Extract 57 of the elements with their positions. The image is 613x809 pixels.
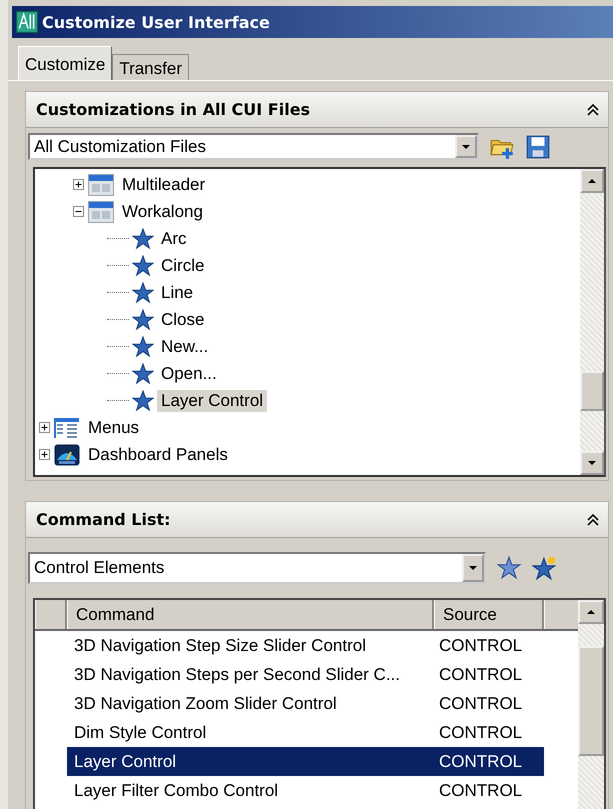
- table-row[interactable]: Dim Style Control CONTROL: [67, 718, 544, 747]
- window-title: Customize User Interface: [42, 12, 270, 32]
- tree-item[interactable]: Arc: [157, 228, 190, 250]
- tree-item[interactable]: Workalong: [118, 200, 207, 222]
- filter-dropdown[interactable]: Control Elements: [28, 552, 486, 584]
- tab[interactable]: Customize: [18, 46, 112, 80]
- dropdown-arrow-icon[interactable]: [461, 144, 471, 150]
- scroll-up-icon[interactable]: [587, 178, 597, 184]
- scroll-thumb[interactable]: [578, 646, 604, 756]
- dashboard-icon: [53, 444, 81, 466]
- new-star-icon[interactable]: [532, 555, 558, 581]
- star-icon[interactable]: [496, 555, 522, 581]
- save-icon[interactable]: [525, 134, 551, 160]
- panel-title: Command List:: [36, 510, 171, 529]
- toolbar-icon: [87, 200, 115, 222]
- expand-toggle-icon[interactable]: [39, 422, 50, 433]
- star-icon: [132, 254, 154, 276]
- file-dropdown[interactable]: All Customization Files: [28, 133, 479, 160]
- tree-item[interactable]: Multileader: [118, 174, 210, 196]
- tree-item[interactable]: Menus: [84, 416, 144, 438]
- expand-toggle-icon[interactable]: [39, 449, 50, 460]
- tree-item[interactable]: Circle: [157, 254, 208, 276]
- scrollbar[interactable]: [580, 169, 604, 475]
- scroll-up-icon[interactable]: [586, 609, 596, 615]
- star-icon: [132, 228, 154, 250]
- star-icon: [132, 308, 154, 330]
- star-icon: [132, 282, 154, 304]
- scroll-down-icon[interactable]: [587, 460, 597, 466]
- table-row[interactable]: Layer Filter Combo Control CONTROL: [67, 776, 544, 805]
- dropdown-arrow-icon[interactable]: [468, 565, 478, 571]
- tree-item[interactable]: Dashboard Panels: [84, 444, 232, 466]
- collapse-toggle-icon[interactable]: [73, 206, 84, 217]
- tree-item[interactable]: Close: [157, 308, 208, 330]
- menu-icon: [53, 416, 81, 438]
- tree-item[interactable]: Layer Control: [157, 390, 268, 412]
- toolbar-icon: [87, 174, 115, 196]
- scrollbar[interactable]: [578, 600, 604, 809]
- star-icon: [132, 362, 154, 384]
- app-icon: [16, 11, 38, 33]
- expand-toggle-icon[interactable]: [73, 179, 84, 190]
- scroll-thumb[interactable]: [580, 371, 604, 411]
- column-header[interactable]: Command: [67, 600, 434, 629]
- collapse-icon[interactable]: [586, 512, 600, 526]
- column-header[interactable]: Source: [434, 600, 544, 629]
- collapse-icon[interactable]: [586, 102, 600, 116]
- column-header: [35, 600, 67, 629]
- tree-item[interactable]: Open...: [157, 362, 221, 384]
- tree-item[interactable]: Line: [157, 282, 198, 304]
- table-row[interactable]: 3D Navigation Zoom Slider Control CONTROL: [67, 689, 544, 718]
- table-row[interactable]: Layer Control CONTROL: [67, 747, 544, 776]
- table-row[interactable]: 3D Navigation Steps per Second Slider C... CONTROL: [67, 660, 544, 689]
- star-icon: [132, 336, 154, 358]
- tab[interactable]: Transfer: [112, 54, 189, 80]
- tree-item[interactable]: New...: [157, 336, 212, 358]
- table-row[interactable]: 3D Navigation Step Size Slider Control CONTROL: [67, 631, 544, 660]
- panel-title: Customizations in All CUI Files: [36, 100, 310, 119]
- star-icon: [132, 390, 154, 412]
